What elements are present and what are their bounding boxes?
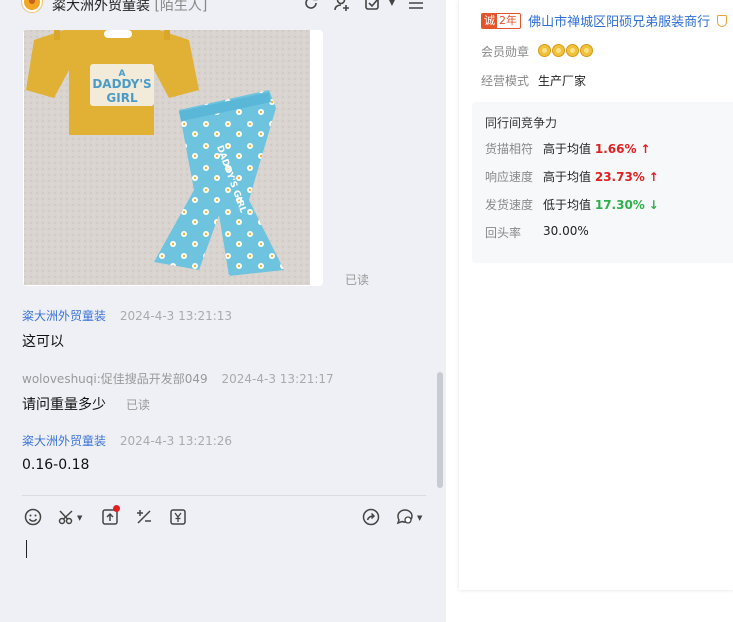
chevron-down-icon[interactable]: ▼ — [417, 514, 422, 522]
message-body: 0.16-0.18 — [22, 457, 90, 473]
metric-label: 货描相符 — [485, 142, 534, 156]
contact-avatar[interactable] — [22, 0, 42, 12]
print-daddys: DADDY'S — [92, 77, 151, 91]
arrow-up-icon: ↑ — [640, 142, 651, 156]
smile-icon[interactable] — [23, 507, 43, 527]
chat-header: 粢大洲外贸童装 [陌生人] ▼ — [0, 0, 446, 16]
message-input[interactable] — [26, 540, 27, 558]
metric-label: 发货速度 — [485, 198, 534, 212]
message-text: 0.16-0.18 — [22, 457, 89, 473]
menu-icon[interactable] — [407, 0, 425, 12]
medal-icon — [538, 44, 551, 57]
metric-value: 23.73% — [594, 170, 645, 184]
input-divider — [22, 495, 426, 496]
metric-value: 30.00% — [543, 224, 589, 238]
medal-icon — [566, 44, 579, 57]
metric-label: 回头率 — [485, 226, 522, 240]
message-time: 2024-4-3 13:21:13 — [119, 309, 233, 323]
message-body: 这可以 — [22, 334, 64, 350]
shop-info-panel: 诚 2年 佛山市禅城区阳硕兄弟服装商行 会员勋章 经营模式 生产厂家 同行间竞争力… — [459, 0, 733, 590]
medal-icon — [552, 44, 565, 57]
shield-icon — [717, 14, 728, 27]
product-photo[interactable]: A DADDY'S GIRL DADDY'S GIRL — [24, 30, 310, 285]
badge-years: 2年 — [499, 13, 517, 27]
metric-value: 17.30% — [594, 198, 645, 212]
notification-dot — [113, 505, 120, 512]
metric-compare: 高于均值 1.66% ↑ — [543, 140, 650, 157]
member-medals — [538, 42, 594, 58]
message-body: 请问重量多少 — [22, 397, 106, 413]
forward-icon[interactable] — [361, 507, 381, 527]
metric-compare: 30.00% — [543, 224, 589, 238]
add-contact-icon[interactable] — [333, 0, 351, 12]
shop-name-link[interactable]: 佛山市禅城区阳硕兄弟服装商行 — [528, 15, 710, 30]
message-meta: woloveshuqi:促佳搜品开发部049 2024-4-3 13:21:17 — [22, 370, 334, 387]
message-sender[interactable]: 粢大洲外贸童装 — [22, 434, 106, 448]
competitiveness-title: 同行间竞争力 — [485, 116, 558, 130]
message-text: 请问重量多少 已读 — [22, 394, 150, 414]
badge-mark: 诚 — [482, 13, 497, 28]
chevron-down-icon[interactable]: ▼ — [77, 514, 82, 522]
metric-compare-text: 低于均值 — [543, 198, 592, 212]
metric-compare-text: 高于均值 — [543, 170, 592, 184]
shop-header: 诚 2年 佛山市禅城区阳硕兄弟服装商行 — [481, 10, 728, 30]
mode-label: 经营模式 — [481, 74, 530, 88]
metric-label: 响应速度 — [485, 170, 534, 184]
scissors-icon[interactable] — [57, 507, 77, 527]
chat-panel: 粢大洲外贸童装 [陌生人] ▼ A DADDY'S GIRL DADDY'S G… — [0, 0, 446, 622]
contact-tag: [陌生人] — [154, 0, 208, 14]
product-image-message[interactable]: A DADDY'S GIRL DADDY'S GIRL — [23, 30, 323, 286]
message-time: 2024-4-3 13:21:26 — [119, 434, 233, 448]
refresh-icon[interactable] — [302, 0, 320, 12]
chevron-down-icon[interactable]: ▼ — [383, 0, 401, 12]
print-girl: GIRL — [106, 91, 138, 105]
tax-icon[interactable] — [134, 507, 154, 527]
yuan-icon[interactable] — [168, 507, 188, 527]
years-badge: 诚 2年 — [481, 12, 521, 29]
message-meta: 粢大洲外贸童装 2024-4-3 13:21:13 — [22, 307, 232, 324]
chat-scrollbar[interactable] — [437, 372, 443, 488]
read-status: 已读 — [345, 273, 370, 287]
message-sender[interactable]: 粢大洲外贸童装 — [22, 309, 106, 323]
read-status: 已读 — [126, 398, 151, 412]
mode-value: 生产厂家 — [538, 74, 587, 88]
competitiveness-card: 同行间竞争力 货描相符 高于均值 1.66% ↑ 响应速度 高于均值 23.73… — [472, 102, 733, 263]
chat-title: 粢大洲外贸童装 [陌生人] — [52, 0, 207, 15]
medal-label: 会员勋章 — [481, 45, 530, 59]
message-time: 2024-4-3 13:21:17 — [221, 372, 334, 386]
message-sender[interactable]: woloveshuqi:促佳搜品开发部049 — [22, 372, 208, 386]
arrow-down-icon: ↓ — [648, 198, 659, 212]
metric-value: 1.66% — [594, 142, 637, 156]
metric-compare-text: 高于均值 — [543, 142, 592, 156]
message-text: 这可以 — [22, 331, 64, 351]
quick-reply-icon[interactable] — [395, 507, 415, 527]
metric-compare: 低于均值 17.30% ↓ — [543, 196, 659, 213]
medal-icon — [580, 44, 593, 57]
message-meta: 粢大洲外贸童装 2024-4-3 13:21:26 — [22, 432, 232, 449]
arrow-up-icon: ↑ — [648, 170, 659, 184]
check-menu-icon[interactable] — [364, 0, 382, 12]
metric-compare: 高于均值 23.73% ↑ — [543, 168, 659, 185]
contact-name: 粢大洲外贸童装 — [52, 0, 150, 14]
